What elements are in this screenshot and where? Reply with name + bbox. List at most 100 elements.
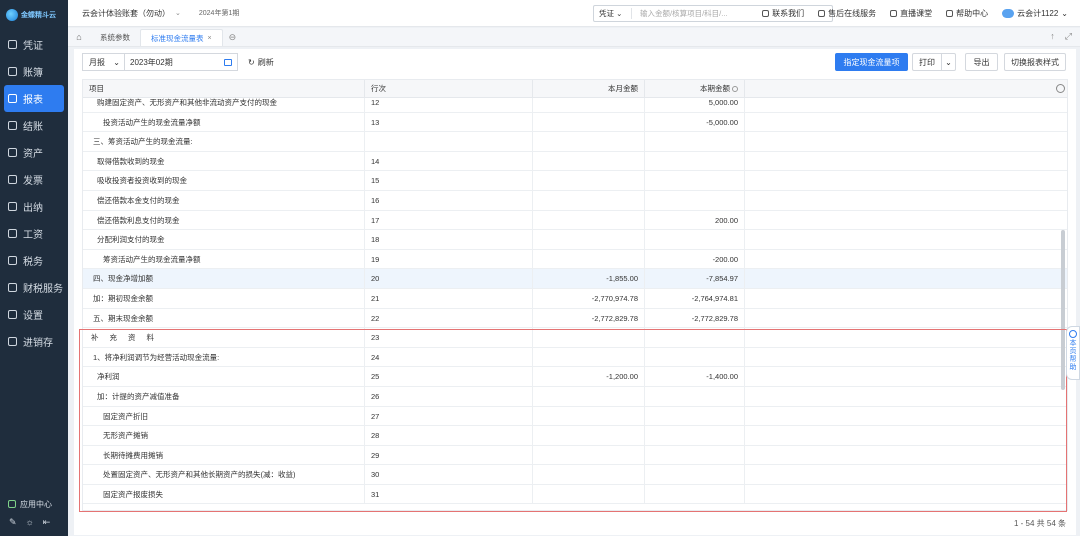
cell-blank xyxy=(745,132,1067,152)
online-service-link[interactable]: 售后在线服务 xyxy=(818,8,876,19)
refresh-button[interactable]: ↻ 刷新 xyxy=(248,53,274,71)
cash-flow-table: 购建固定资产、无形资产和其他非流动资产支付的现金 12 5,000.00 投资活动产生… xyxy=(82,79,1068,511)
define-cashflow-button[interactable]: 指定现金流量项 xyxy=(835,53,908,71)
sidebar-item-2[interactable]: 报表 xyxy=(4,85,64,112)
cell-item: 五、期末现金余额 xyxy=(83,308,365,329)
table-row[interactable]: 偿还借款本金支付的现金 16 xyxy=(83,190,1067,211)
cell-month-amount xyxy=(533,406,645,427)
sidebar-item-8[interactable]: 税务 xyxy=(0,247,68,274)
more-tabs-icon[interactable]: ⊖ xyxy=(223,29,237,46)
header-month: 本月金额 xyxy=(533,80,645,98)
sidebar-item-11[interactable]: 进销存 xyxy=(0,328,68,355)
table-row[interactable]: 加：期初现金余额 21 -2,770,974.78 -2,764,974.81 xyxy=(83,288,1067,309)
print-button[interactable]: 打印 xyxy=(912,53,942,71)
cell-blank xyxy=(745,446,1067,466)
date-picker[interactable]: 2023年02期 xyxy=(124,53,238,71)
cell-line: 30 xyxy=(365,465,533,485)
sidebar-item-7[interactable]: 工资 xyxy=(0,220,68,247)
collapse-icon[interactable]: ⇤ xyxy=(43,517,51,528)
user-menu[interactable]: 云会计1122 ⌄ xyxy=(1002,8,1068,19)
cell-line: 27 xyxy=(365,406,533,427)
table-row[interactable]: 无形资产摊销 28 xyxy=(83,426,1067,446)
theme-icon[interactable]: ☼ xyxy=(26,517,34,528)
cell-period-amount: -2,764,974.81 xyxy=(645,288,745,309)
sidebar-item-0[interactable]: 凭证 xyxy=(0,31,68,58)
cell-period-amount xyxy=(645,426,745,446)
scroll-up-icon[interactable]: ↑ xyxy=(1050,31,1055,42)
cell-period-amount xyxy=(645,347,745,368)
sidebar-item-4[interactable]: 资产 xyxy=(0,139,68,166)
tab-cash-flow[interactable]: 标准现金流量表 × xyxy=(140,29,223,46)
sidebar-item-3[interactable]: 结账 xyxy=(0,112,68,139)
search-type-select[interactable]: 凭证 ⌄ xyxy=(594,8,632,19)
cell-item: 长期待摊费用摊销 xyxy=(83,445,365,466)
table-row[interactable]: 取得借款收到的现金 14 xyxy=(83,151,1067,172)
tab-system-params[interactable]: 系统参数 xyxy=(90,29,140,46)
table-row[interactable]: 五、期末现金余额 22 -2,772,829.78 -2,772,829.78 xyxy=(83,308,1067,329)
sidebar-item-label: 账簿 xyxy=(23,68,43,79)
table-row[interactable]: 吸收投资者投资收到的现金 15 xyxy=(83,171,1067,191)
page-help-button[interactable]: 本页帮助 xyxy=(1066,326,1080,380)
app-center-label: 应用中心 xyxy=(20,499,52,509)
sidebar-item-1[interactable]: 账簿 xyxy=(0,58,68,85)
cell-blank xyxy=(745,289,1067,309)
period-type-select[interactable]: 月报 ⌄ xyxy=(82,53,124,71)
help-icon[interactable] xyxy=(732,86,738,93)
help-center-link[interactable]: 帮助中心 xyxy=(946,8,988,19)
app-center-button[interactable]: 应用中心 xyxy=(0,496,68,512)
contact-us-link[interactable]: 联系我们 xyxy=(762,8,804,19)
column-settings-icon[interactable] xyxy=(1056,84,1065,93)
cell-blank xyxy=(745,485,1067,505)
edit-icon[interactable]: ✎ xyxy=(9,517,17,528)
sidebar-item-label: 工资 xyxy=(23,230,43,241)
table-row[interactable]: 偿还借款利息支付的现金 17 200.00 xyxy=(83,210,1067,231)
cell-line: 24 xyxy=(365,347,533,368)
cell-item: 投资活动产生的现金流量净额 xyxy=(83,112,365,133)
cell-line: 31 xyxy=(365,484,533,505)
cashier-icon xyxy=(8,202,17,211)
export-button[interactable]: 导出 xyxy=(965,53,998,71)
switch-style-button[interactable]: 切换报表样式 xyxy=(1004,53,1066,71)
table-row[interactable]: 筹资活动产生的现金流量净额 19 -200.00 xyxy=(83,249,1067,270)
ledger-icon xyxy=(8,67,17,76)
fullscreen-icon[interactable]: ⤢ xyxy=(1065,31,1072,42)
live-class-link[interactable]: 直播课堂 xyxy=(890,8,932,19)
table-row[interactable]: 固定资产折旧 27 xyxy=(83,406,1067,427)
toolbar: 月报 ⌄ 2023年02期 ↻ 刷新 指定现金流量项 打印 ⌄ 导出 切换报表样式 xyxy=(82,53,1068,71)
table-row[interactable]: 处置固定资产、无形资产和其他长期资产的损失(减：收益) 30 xyxy=(83,465,1067,485)
chevron-down-icon[interactable]: ⌄ xyxy=(175,9,181,17)
search-input[interactable]: 输入金额/核算项目/科目/... xyxy=(632,8,728,19)
table-row[interactable]: 长期待摊费用摊销 29 xyxy=(83,445,1067,466)
cell-line: 20 xyxy=(365,269,533,289)
cell-item: 1、将净利润调节为经营活动现金流量: xyxy=(83,347,365,368)
help-icon xyxy=(1069,330,1077,338)
table-row[interactable]: 净利润 25 -1,200.00 -1,400.00 xyxy=(83,367,1067,387)
home-icon[interactable]: ⌂ xyxy=(68,27,90,46)
table-row[interactable]: 1、将净利润调节为经营活动现金流量: 24 xyxy=(83,347,1067,368)
table-row[interactable]: 三、筹资活动产生的现金流量: xyxy=(83,132,1067,152)
sidebar-item-6[interactable]: 出纳 xyxy=(0,193,68,220)
close-icon[interactable]: × xyxy=(208,35,212,42)
company-selector[interactable]: 云会计体验账套（勿动） xyxy=(82,8,170,19)
print-dropdown[interactable]: ⌄ xyxy=(941,53,956,71)
cell-period-amount xyxy=(645,171,745,191)
table-row[interactable]: 固定资产报废损失 31 xyxy=(83,484,1067,505)
cell-period-amount: -7,854.97 xyxy=(645,269,745,289)
sidebar-item-5[interactable]: 发票 xyxy=(0,166,68,193)
table-row[interactable]: 四、现金净增加额 20 -1,855.00 -7,854.97 xyxy=(83,269,1067,289)
calendar-icon xyxy=(224,58,232,66)
scrollbar[interactable] xyxy=(1061,230,1065,390)
table-row[interactable]: 投资活动产生的现金流量净额 13 -5,000.00 xyxy=(83,112,1067,133)
table-row[interactable]: 分配利润支付的现金 18 xyxy=(83,230,1067,250)
cell-period-amount xyxy=(645,484,745,505)
table-row[interactable]: 加：计提的资产减值准备 26 xyxy=(83,386,1067,407)
sidebar-item-9[interactable]: 财税服务 xyxy=(0,274,68,301)
sidebar-item-10[interactable]: 设置 xyxy=(0,301,68,328)
cell-month-amount xyxy=(533,171,645,191)
table-row[interactable]: 补充资料 23 xyxy=(83,328,1067,348)
cell-line: 14 xyxy=(365,151,533,172)
table-header: 项目 行次 本月金额 本期金额 xyxy=(83,80,1067,98)
cell-month-amount xyxy=(533,132,645,152)
voucher-icon xyxy=(8,40,17,49)
cell-period-amount xyxy=(645,151,745,172)
